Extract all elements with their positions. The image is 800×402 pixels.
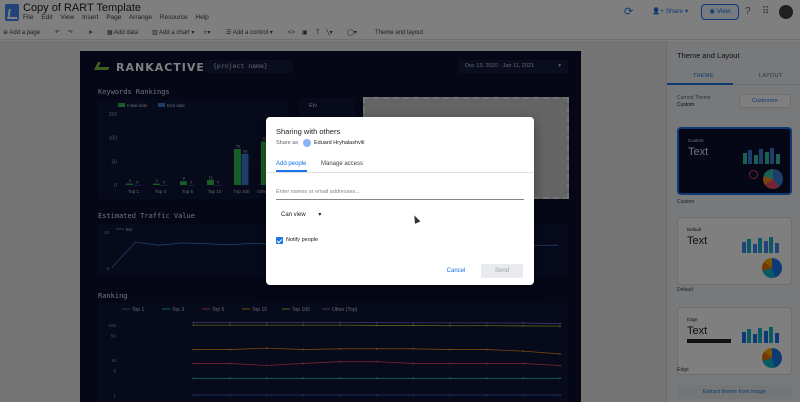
cancel-button[interactable]: Cancel	[440, 264, 472, 278]
tab-add-people[interactable]: Add people	[276, 161, 306, 167]
sharing-dialog: Sharing with others Share as Eduard Hryh…	[266, 117, 534, 285]
notify-label: Notify people	[286, 237, 319, 243]
permission-value: Can view	[281, 212, 306, 218]
send-button[interactable]: Send	[481, 264, 523, 278]
tab-manage-access[interactable]: Manage access	[321, 161, 363, 167]
dialog-title: Sharing with others	[276, 127, 341, 136]
share-as-user: Eduard Hryhalashvili	[314, 140, 365, 146]
user-avatar	[303, 139, 311, 147]
people-input[interactable]: Enter names or email addresses...	[276, 186, 524, 200]
notify-checkbox[interactable]	[276, 237, 283, 244]
permission-select[interactable]: Can view ▾	[281, 211, 321, 218]
tab-divider	[266, 172, 534, 173]
share-as-label: Share as	[276, 140, 299, 146]
caret-down-icon: ▾	[318, 212, 322, 218]
